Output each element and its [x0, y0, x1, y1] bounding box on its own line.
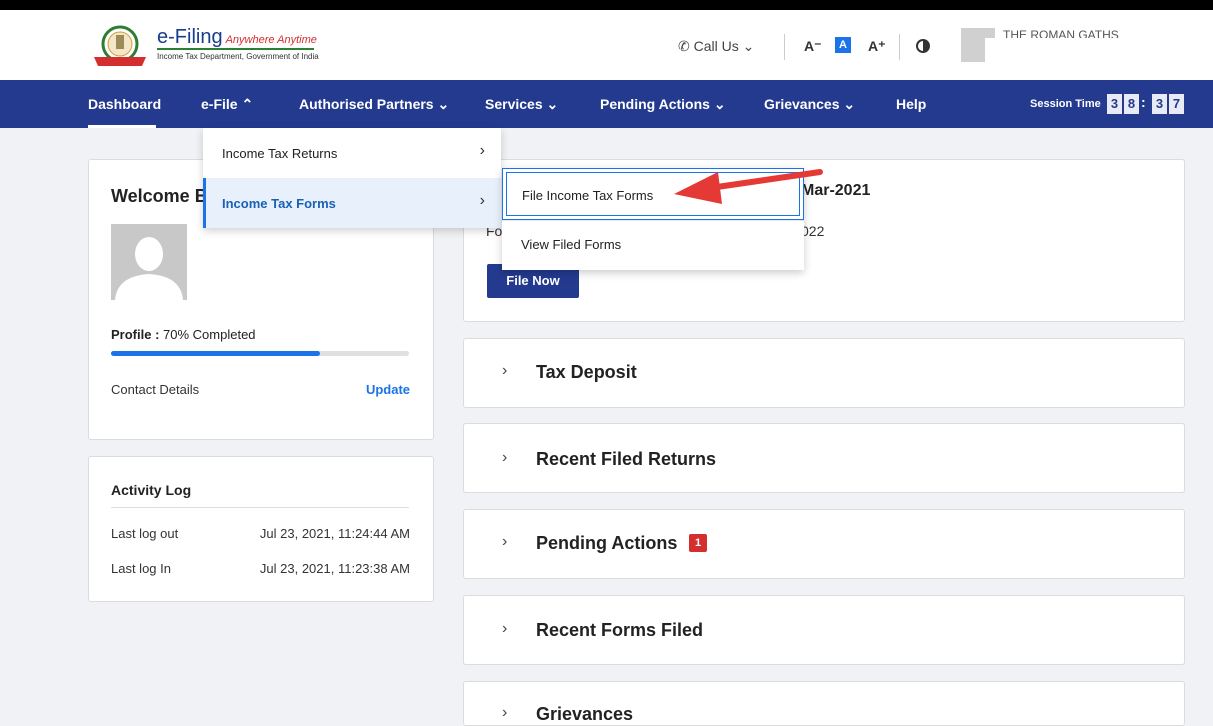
- nav-efile[interactable]: e-File ⌃: [201, 96, 253, 113]
- profile-avatar: [111, 224, 187, 300]
- chevron-down-icon: ⌄: [742, 38, 755, 54]
- font-normal-button[interactable]: A: [835, 37, 851, 53]
- accordion-title: Recent Filed Returns: [536, 449, 717, 469]
- accordion-tax-deposit[interactable]: › Tax Deposit: [463, 338, 1185, 408]
- activity-label: Last log out: [111, 526, 179, 541]
- profile-percentage: 70% Completed: [163, 327, 256, 342]
- chevron-right-icon: ›: [479, 192, 485, 209]
- phone-icon: ✆: [678, 38, 690, 54]
- activity-label: Last log In: [111, 561, 171, 576]
- header-divider: [784, 34, 785, 60]
- activity-log-title: Activity Log: [111, 482, 192, 498]
- menu-income-tax-returns[interactable]: Income Tax Returns ›: [203, 128, 501, 178]
- logo-tagline: Anywhere Anytime: [225, 34, 317, 46]
- header-divider: [899, 34, 900, 60]
- accordion-recent-forms-filed[interactable]: › Recent Forms Filed: [463, 595, 1185, 665]
- profile-progress-fill: [111, 351, 320, 356]
- chevron-right-icon: ›: [479, 142, 485, 159]
- menu-income-tax-forms[interactable]: Income Tax Forms ›: [203, 178, 501, 228]
- avatar-silhouette-icon: [111, 224, 187, 300]
- menu-active-indicator: [203, 178, 206, 228]
- nav-help[interactable]: Help: [896, 96, 926, 112]
- logo-title[interactable]: e-Filing Anywhere Anytime: [157, 26, 317, 49]
- profile-completion: Profile : 70% Completed: [111, 327, 256, 342]
- accordion-grievances[interactable]: › Grievances: [463, 681, 1185, 726]
- welcome-title: Welcome B: [111, 186, 208, 206]
- session-time-label: Session Time: [1030, 98, 1101, 110]
- efile-dropdown-menu: Income Tax Returns › Income Tax Forms ›: [203, 128, 501, 228]
- main-navbar: Dashboard e-File ⌃ Authorised Partners ⌄…: [0, 80, 1213, 128]
- contact-details-label: Contact Details: [111, 382, 200, 397]
- activity-divider: [111, 507, 409, 508]
- call-us-label: Call Us: [693, 38, 739, 54]
- profile-prefix: Profile :: [111, 327, 160, 342]
- logo-underline: [157, 48, 314, 50]
- session-digit: 8: [1124, 94, 1139, 114]
- session-digit: 7: [1169, 94, 1184, 114]
- accordion-pending-actions[interactable]: › Pending Actions 1: [463, 509, 1185, 579]
- menu-item-label: Income Tax Forms: [222, 196, 336, 211]
- accordion-title: Pending Actions: [536, 533, 678, 553]
- accordion-title: Tax Deposit: [536, 362, 637, 382]
- accordion-title: Grievances: [536, 704, 634, 724]
- session-digit: 3: [1152, 94, 1167, 114]
- nav-services[interactable]: Services ⌄: [485, 96, 558, 113]
- accordion-title: Recent Forms Filed: [536, 620, 704, 640]
- menu-item-label: Income Tax Returns: [222, 146, 338, 161]
- top-black-strip: [0, 0, 1213, 10]
- pending-count-badge: 1: [689, 534, 707, 552]
- submenu-label: File Income Tax Forms: [522, 188, 654, 203]
- chevron-right-icon: ›: [502, 620, 508, 637]
- activity-value: Jul 23, 2021, 11:24:44 AM: [259, 526, 410, 541]
- chevron-right-icon: ›: [502, 449, 508, 466]
- itr-card-subtitle-end: 022: [801, 223, 825, 239]
- emblem-logo-icon[interactable]: [90, 24, 150, 68]
- font-decrease-button[interactable]: A⁻: [804, 38, 822, 55]
- chevron-right-icon: ›: [502, 533, 508, 550]
- nav-authorised-partners[interactable]: Authorised Partners ⌄: [299, 96, 449, 113]
- submenu-label: View Filed Forms: [521, 237, 622, 252]
- update-link[interactable]: Update: [366, 382, 410, 397]
- activity-value: Jul 23, 2021, 11:23:38 AM: [259, 561, 410, 576]
- profile-progress-bar: [111, 351, 409, 356]
- activity-log-card: Activity Log Last log out Jul 23, 2021, …: [88, 456, 434, 602]
- red-pointer-arrow-icon: [674, 169, 823, 204]
- accordion-recent-filed-returns[interactable]: › Recent Filed Returns: [463, 423, 1185, 493]
- contrast-icon[interactable]: [916, 39, 930, 53]
- site-header: e-Filing Anywhere Anytime Income Tax Depa…: [0, 10, 1213, 94]
- font-increase-button[interactable]: A⁺: [868, 38, 886, 55]
- nav-active-indicator: [88, 125, 156, 128]
- submenu-view-filed-forms[interactable]: View Filed Forms: [502, 221, 804, 270]
- session-digit: 3: [1107, 94, 1122, 114]
- nav-grievances[interactable]: Grievances ⌄: [764, 96, 855, 113]
- nav-pending-actions[interactable]: Pending Actions ⌄: [600, 96, 726, 113]
- chevron-right-icon: ›: [502, 362, 508, 379]
- call-us-dropdown[interactable]: ✆ Call Us ⌄: [678, 38, 754, 55]
- nav-dashboard[interactable]: Dashboard: [88, 96, 161, 112]
- chevron-right-icon: ›: [502, 704, 508, 721]
- logo-subtitle: Income Tax Department, Government of Ind…: [157, 52, 319, 61]
- session-colon: :: [1141, 94, 1146, 110]
